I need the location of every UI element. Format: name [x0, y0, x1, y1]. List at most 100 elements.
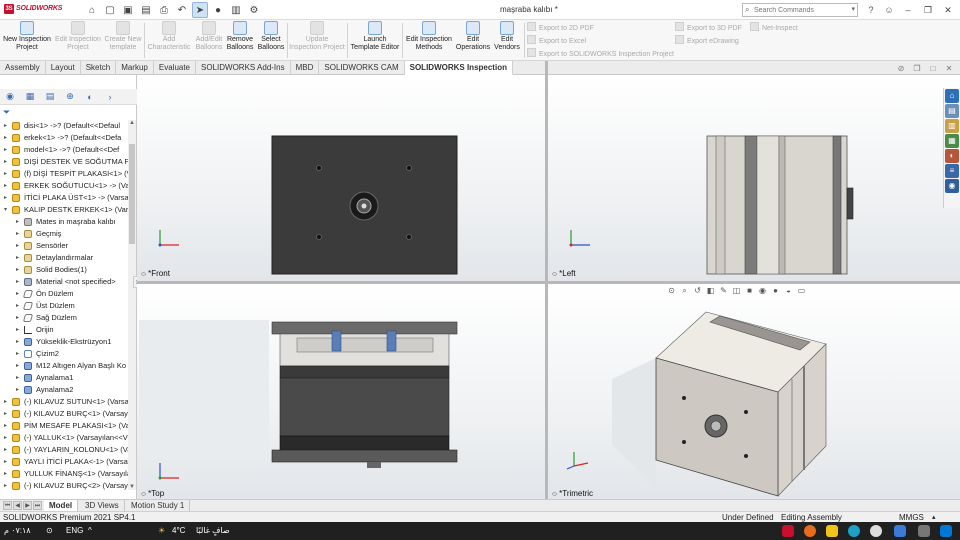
- expand-arrow-icon[interactable]: ▸: [4, 420, 7, 432]
- previous-view-icon[interactable]: ↺: [692, 285, 703, 296]
- select-pointer-icon[interactable]: ➤: [192, 2, 208, 18]
- expand-arrow-icon[interactable]: ▸: [16, 240, 19, 252]
- zoom-area-icon[interactable]: ⌕: [679, 285, 690, 296]
- tree-item[interactable]: ▸ (f) DİŞİ TESPİT PLAKASI<1> (V: [0, 168, 128, 180]
- solidworks-taskbar-icon[interactable]: [782, 525, 794, 537]
- weather-sun-icon[interactable]: ☀: [158, 526, 165, 535]
- scroll-up-icon[interactable]: ▲: [128, 120, 136, 126]
- expand-arrow-icon[interactable]: ▸: [4, 408, 7, 420]
- firefox-icon[interactable]: [804, 525, 816, 537]
- tree-item[interactable]: ▸ Mates in maşraba kalıbı: [0, 216, 128, 228]
- expand-arrow-icon[interactable]: ▸: [4, 432, 7, 444]
- help-icon[interactable]: ?: [864, 3, 878, 17]
- expand-arrow-icon[interactable]: ▸: [4, 192, 7, 204]
- expand-arrow-icon[interactable]: ▸: [16, 216, 19, 228]
- app-logo[interactable]: 3S SOLIDWORKS: [4, 4, 66, 16]
- tree-item[interactable]: ▸ (-) KILAVUZ BURÇ<2> (Varsay: [0, 480, 128, 490]
- expand-arrow-icon[interactable]: ▸: [16, 336, 19, 348]
- tree-item[interactable]: ▸ Yükseklik-Ekstrüzyon1: [0, 336, 128, 348]
- tree-item[interactable]: ▸ Sağ Düzlem: [0, 312, 128, 324]
- tab-markup[interactable]: Markup: [116, 61, 154, 75]
- expand-arrow-icon[interactable]: ▸: [16, 288, 19, 300]
- last-tab-icon[interactable]: ⏭: [33, 501, 42, 510]
- viewport-trimetric[interactable]: *Trimetric: [548, 284, 960, 499]
- open-icon[interactable]: ▣: [120, 2, 136, 18]
- expand-arrow-icon[interactable]: ▸: [4, 396, 7, 408]
- tree-item[interactable]: ▸ Sensörler: [0, 240, 128, 252]
- home-icon[interactable]: ⌂: [84, 2, 100, 18]
- edit-inspection-project-button[interactable]: Edit Inspection Project: [54, 20, 102, 61]
- taskbar-temperature[interactable]: 4°C: [172, 526, 185, 535]
- windows-start-icon[interactable]: [940, 525, 952, 537]
- design-library-icon[interactable]: ▤: [945, 104, 959, 118]
- tree-item[interactable]: ▸ erkek<1> ->? (Default<<Defa: [0, 132, 128, 144]
- scroll-down-icon[interactable]: ▼: [128, 484, 136, 490]
- expand-arrow-icon[interactable]: ▸: [4, 180, 7, 192]
- viewport-close-icon[interactable]: ✕: [944, 64, 954, 74]
- expand-arrow-icon[interactable]: ▸: [16, 300, 19, 312]
- net-inspect-button[interactable]: Net-Inspect: [750, 22, 798, 34]
- more-panels-icon[interactable]: ›: [100, 90, 120, 104]
- expand-arrow-icon[interactable]: ▸: [4, 456, 7, 468]
- view-link-icon[interactable]: ⊘: [896, 64, 906, 74]
- add-edit-balloons-button[interactable]: Add/Edit Balloons: [194, 20, 224, 61]
- tree-item[interactable]: ▸ (-) YAYLARIN_KOLONU<1> (Va: [0, 444, 128, 456]
- tree-item[interactable]: ▾ KALIP DESTK ERKEK<1> (Varsa: [0, 204, 128, 216]
- taskbar-clock[interactable]: ٠٧:١٨ م: [4, 526, 31, 535]
- expand-arrow-icon[interactable]: ▸: [4, 468, 7, 480]
- taskbar-language[interactable]: ENG: [66, 526, 83, 535]
- tree-item[interactable]: ▸ Ön Düzlem: [0, 288, 128, 300]
- export-2d-pdf-button[interactable]: Export to 2D PDF: [527, 22, 594, 34]
- expand-arrow-icon[interactable]: ▸: [4, 120, 7, 132]
- dynamic-annotation-icon[interactable]: ✎: [718, 285, 729, 296]
- hide-show-icon[interactable]: ◉: [757, 285, 768, 296]
- minimize-icon[interactable]: –: [898, 0, 918, 20]
- restore-icon[interactable]: ❐: [918, 0, 938, 20]
- viewport-left[interactable]: *Left: [548, 75, 960, 281]
- update-inspection-project-button[interactable]: Update Inspection Project: [289, 20, 345, 61]
- first-tab-icon[interactable]: ⏮: [3, 501, 12, 510]
- expand-arrow-icon[interactable]: ▸: [4, 168, 7, 180]
- file-properties-icon[interactable]: ▥: [228, 2, 244, 18]
- tree-item[interactable]: ▸ İTİCİ PLAKA ÜST<1> -> (Varsa: [0, 192, 128, 204]
- expand-arrow-icon[interactable]: ▸: [16, 372, 19, 384]
- search-taskbar-icon[interactable]: [894, 525, 906, 537]
- tree-item[interactable]: ▸ YAYLI İTİCİ PLAKA<-1> (Varsayı: [0, 456, 128, 468]
- zoom-to-fit-icon[interactable]: ⊙: [666, 285, 677, 296]
- tab-layout[interactable]: Layout: [46, 61, 81, 75]
- launch-template-editor-button[interactable]: Launch Template Editor: [349, 20, 401, 61]
- prev-tab-icon[interactable]: ◀: [13, 501, 22, 510]
- expand-arrow-icon[interactable]: ▸: [16, 312, 19, 324]
- edit-operations-button[interactable]: Edit Operations: [455, 20, 491, 61]
- edge-icon[interactable]: [848, 525, 860, 537]
- tab-assembly[interactable]: Assembly: [0, 61, 46, 75]
- expand-arrow-icon[interactable]: ▸: [16, 252, 19, 264]
- forum-icon[interactable]: ◉: [945, 179, 959, 193]
- tree-item[interactable]: ▸ M12 Altıgen Alyan Başlı Ko: [0, 360, 128, 372]
- tree-filter[interactable]: ⏷: [0, 106, 137, 120]
- tab-evaluate[interactable]: Evaluate: [154, 61, 197, 75]
- new-inspection-project-button[interactable]: New Inspection Project: [2, 20, 52, 61]
- viewport-splitter-vertical[interactable]: [545, 61, 548, 499]
- tab-motion-study[interactable]: Motion Study 1: [126, 500, 191, 511]
- tree-item[interactable]: ▸ disi<1> ->? (Default<<Defaul: [0, 120, 128, 132]
- tree-item[interactable]: ▸ ERKEK SOĞUTUCU<1> -> (Var: [0, 180, 128, 192]
- appearances-icon[interactable]: ◐: [945, 149, 959, 163]
- tree-item[interactable]: ▸ PİM MESAFE PLAKASI<1> (Var: [0, 420, 128, 432]
- tree-item[interactable]: ▸ Üst Düzlem: [0, 300, 128, 312]
- tree-item[interactable]: ▸ Çizim2: [0, 348, 128, 360]
- expand-arrow-icon[interactable]: ▸: [16, 264, 19, 276]
- export-excel-button[interactable]: Export to Excel: [527, 35, 586, 47]
- undo-icon[interactable]: ↶: [174, 2, 190, 18]
- expand-arrow-icon[interactable]: ▸: [16, 324, 19, 336]
- user-icon[interactable]: ☺: [882, 3, 896, 17]
- task-view-icon[interactable]: [918, 525, 930, 537]
- save-icon[interactable]: ▤: [138, 2, 154, 18]
- tree-item[interactable]: ▸ Orijin: [0, 324, 128, 336]
- expand-arrow-icon[interactable]: ▸: [4, 444, 7, 456]
- tree-item[interactable]: ▸ Geçmiş: [0, 228, 128, 240]
- expand-arrow-icon[interactable]: ▸: [4, 156, 7, 168]
- tab-mbd[interactable]: MBD: [291, 61, 320, 75]
- viewport-restore-icon[interactable]: ❐: [912, 64, 922, 74]
- tab-cam[interactable]: SOLIDWORKS CAM: [319, 61, 405, 75]
